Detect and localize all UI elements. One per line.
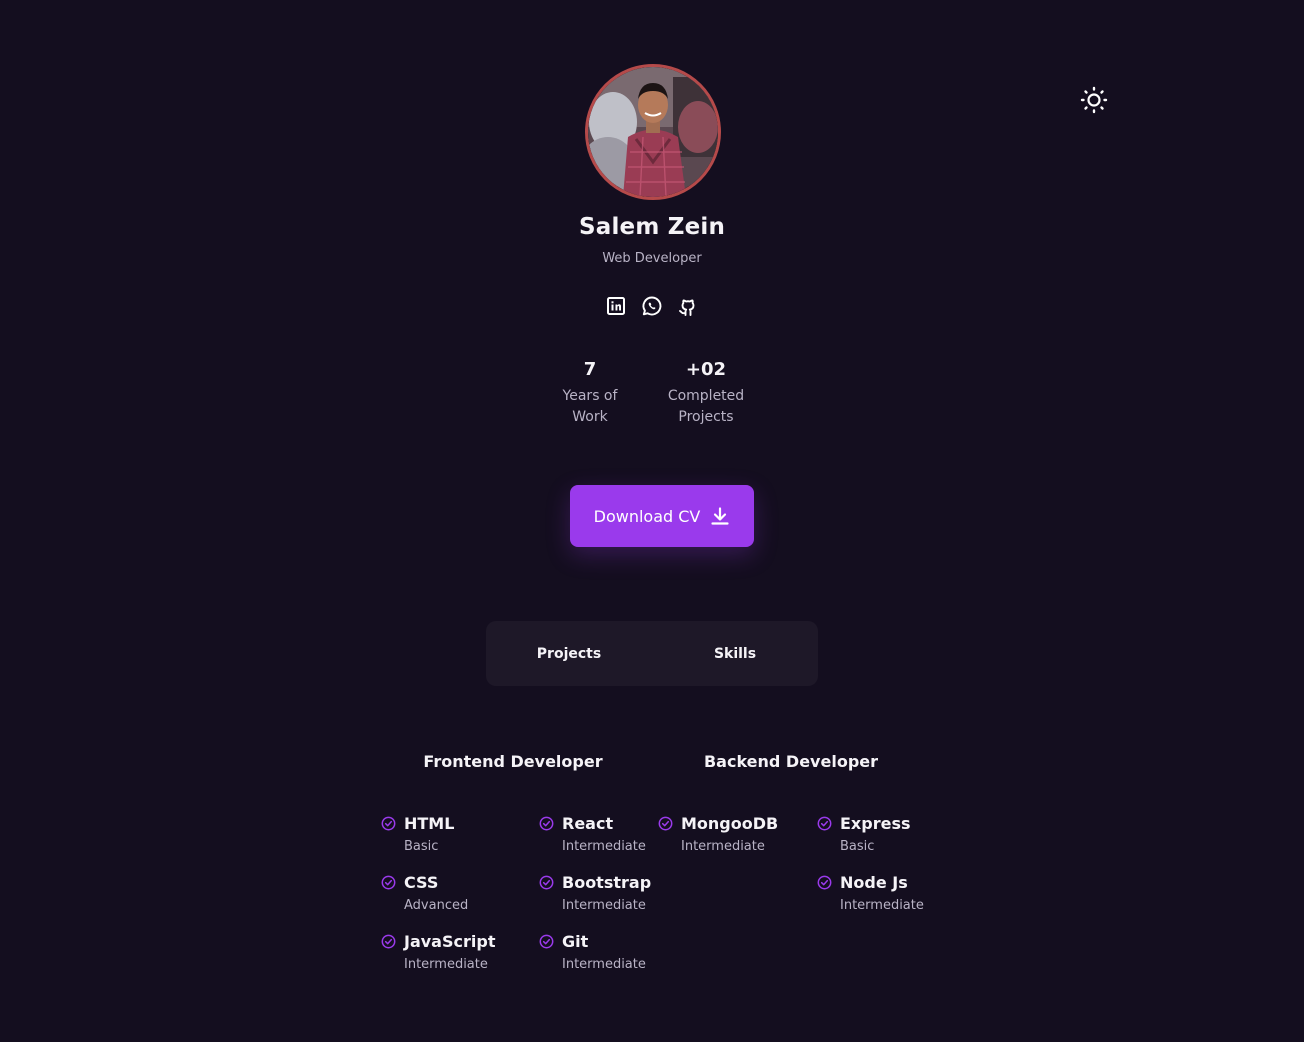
stat-label-line: Projects [678,409,734,425]
check-circle-icon [381,934,396,949]
skill-level: Basic [404,839,439,854]
skill-level: Intermediate [681,839,765,854]
download-icon [711,507,729,525]
whatsapp-link[interactable] [640,294,664,318]
check-circle-icon [539,934,554,949]
stat-label: Completed Projects [656,386,756,428]
tab-skills[interactable]: Skills [652,621,818,686]
profile-page: Salem Zein Web Developer 7 Years of Work… [0,0,1304,1042]
download-cv-label: Download CV [593,506,701,526]
skill-name: React [562,814,614,833]
section-tabs: Projects Skills [486,621,818,686]
skill-name: JavaScript [404,932,496,951]
check-circle-icon [381,816,396,831]
skill-level: Basic [840,839,875,854]
skill-name: Express [840,814,911,833]
stat-completed-projects: +02 Completed Projects [656,358,756,428]
linkedin-link[interactable] [604,294,628,318]
check-circle-icon [658,816,673,831]
skill-level: Advanced [404,898,469,913]
sun-icon [1080,86,1108,114]
download-cv-button[interactable]: Download CV [570,485,754,547]
avatar-photo [588,67,718,197]
stat-value: +02 [685,359,727,380]
check-circle-icon [817,875,832,890]
avatar [585,64,721,200]
stat-label-line: Work [572,409,608,425]
skill-name: MongooDB [681,814,779,833]
skill-level: Intermediate [404,957,488,972]
tab-projects[interactable]: Projects [486,621,652,686]
stat-label-line: Years of [562,388,618,404]
skill-name: Bootstrap [562,873,652,892]
stat-label: Years of Work [545,386,635,428]
frontend-title: Frontend Developer [423,752,603,771]
theme-toggle-button[interactable] [1080,86,1108,114]
skill-level: Intermediate [840,898,924,913]
check-circle-icon [817,816,832,831]
stat-label-line: Completed [667,388,745,404]
skill-level: Intermediate [562,839,646,854]
social-links [604,294,700,318]
linkedin-icon [607,297,625,315]
skill-name: CSS [404,873,439,892]
backend-title: Backend Developer [703,752,879,771]
skill-name: Git [562,932,589,951]
stat-value: 7 [583,359,597,380]
skill-level: Intermediate [562,898,646,913]
github-link[interactable] [676,294,700,318]
profile-role: Web Developer [602,251,702,266]
profile-name: Salem Zein [578,214,726,240]
check-circle-icon [539,816,554,831]
skill-level: Intermediate [562,957,646,972]
skill-name: HTML [404,814,455,833]
check-circle-icon [381,875,396,890]
github-icon [679,299,695,316]
whatsapp-icon [642,296,662,316]
skill-name: Node Js [840,873,908,892]
stat-years-of-work: 7 Years of Work [545,358,635,428]
check-circle-icon [539,875,554,890]
